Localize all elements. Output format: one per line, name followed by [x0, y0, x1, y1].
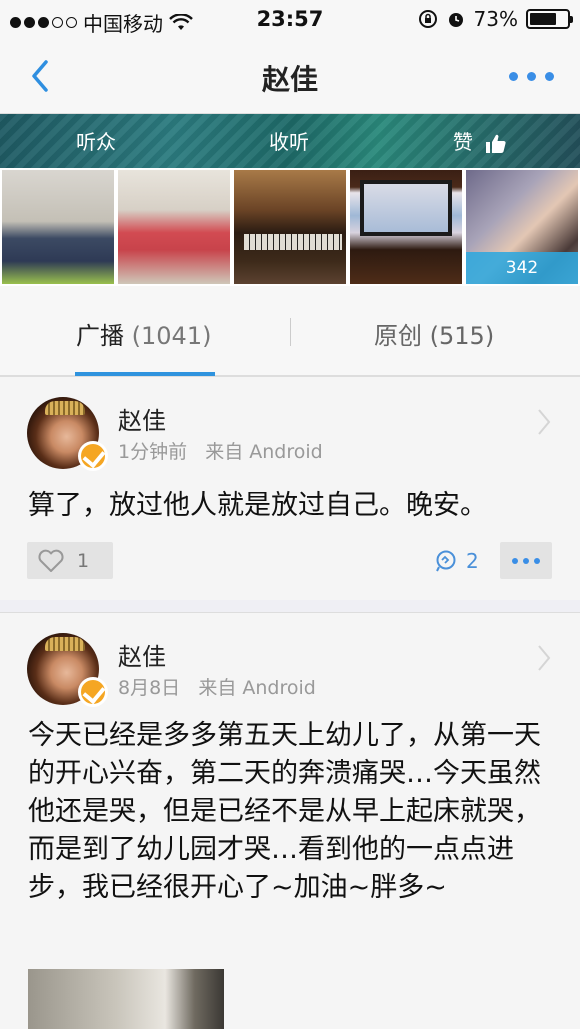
chevron-right-icon[interactable]	[536, 643, 552, 673]
tab-label: 原创	[374, 322, 422, 350]
post-text: 算了，放过他人就是放过自己。晚安。	[28, 490, 487, 521]
photo-thumbnail[interactable]	[2, 170, 114, 284]
verified-badge-icon	[78, 441, 108, 471]
post-author[interactable]: 赵佳	[118, 401, 166, 436]
tab-count: (1041)	[131, 322, 212, 350]
post-meta: 1分钟前 来自 Android	[118, 437, 323, 464]
photo-thumbnail[interactable]	[350, 170, 462, 284]
status-right: 73%	[418, 7, 573, 31]
more-dots-icon[interactable]	[509, 72, 554, 81]
stat-number-cut	[229, 114, 349, 120]
tab-bar: 广播 (1041) 原创 (515)	[0, 286, 580, 376]
battery-level	[530, 13, 557, 25]
avatar[interactable]	[27, 633, 108, 707]
tab-original[interactable]: 原创 (515)	[374, 316, 494, 351]
like-button[interactable]: 1	[27, 542, 113, 579]
post-source: 来自 Android	[205, 441, 323, 463]
photo-strip: 342	[0, 168, 580, 286]
chevron-right-icon[interactable]	[536, 407, 552, 437]
verified-badge-icon	[78, 677, 108, 707]
alarm-icon	[448, 13, 463, 27]
status-bar: 中国移动 23:57 73%	[0, 0, 580, 38]
post-image[interactable]	[28, 969, 224, 1029]
tab-count: (515)	[429, 322, 495, 350]
tab-label: 广播	[76, 322, 124, 350]
post-text: 今天已经是多多第五天上幼儿了，从第一天的开心兴奋，第二天的奔溃痛哭…今天虽然他还…	[28, 720, 541, 903]
stat-number-cut	[36, 114, 156, 120]
stat-following[interactable]: 收听	[229, 114, 349, 155]
tab-divider	[290, 318, 291, 346]
heart-icon	[38, 549, 64, 572]
crown-decoration	[45, 637, 85, 651]
profile-stats-banner: 听众 收听 赞	[0, 114, 580, 168]
post-time: 8月8日	[118, 677, 181, 699]
photo-thumbnail[interactable]: 342	[466, 170, 578, 284]
photo-thumbnail[interactable]	[118, 170, 230, 284]
stat-label: 赞	[452, 130, 473, 154]
post-author[interactable]: 赵佳	[118, 637, 166, 672]
stat-number-cut	[420, 114, 540, 120]
page-title: 赵佳	[261, 63, 318, 96]
photo-count-badge: 342	[466, 252, 578, 284]
tab-broadcast[interactable]: 广播 (1041)	[76, 316, 211, 351]
comment-icon	[436, 550, 456, 572]
stat-label: 听众	[76, 130, 116, 154]
post-more-icon[interactable]	[500, 542, 552, 579]
comment-button[interactable]: 2	[434, 549, 479, 573]
post-time: 1分钟前	[118, 441, 188, 463]
navigation-bar: 赵佳	[0, 38, 580, 114]
post-card[interactable]: 赵佳 1分钟前 来自 Android 算了，放过他人就是放过自己。晚安。 1 2	[0, 376, 580, 600]
comment-count: 2	[466, 549, 479, 573]
stat-listeners[interactable]: 听众	[36, 114, 156, 155]
piano-keys	[244, 234, 342, 250]
like-count: 1	[77, 549, 90, 572]
avatar[interactable]	[27, 397, 108, 471]
thumbs-up-icon	[486, 134, 506, 153]
tv-screen	[360, 180, 452, 236]
battery-icon	[526, 9, 573, 29]
post-source: 来自 Android	[198, 677, 316, 699]
photo-thumbnail[interactable]	[234, 170, 346, 284]
stat-label: 收听	[269, 130, 309, 154]
rotation-lock-icon	[418, 10, 437, 28]
stat-likes[interactable]: 赞	[420, 114, 540, 155]
crown-decoration	[45, 401, 85, 415]
post-meta: 8月8日 来自 Android	[118, 673, 316, 700]
post-card[interactable]: 赵佳 8月8日 来自 Android 今天已经是多多第五天上幼儿了，从第一天的开…	[0, 612, 580, 1029]
battery-percent: 73%	[473, 7, 518, 31]
